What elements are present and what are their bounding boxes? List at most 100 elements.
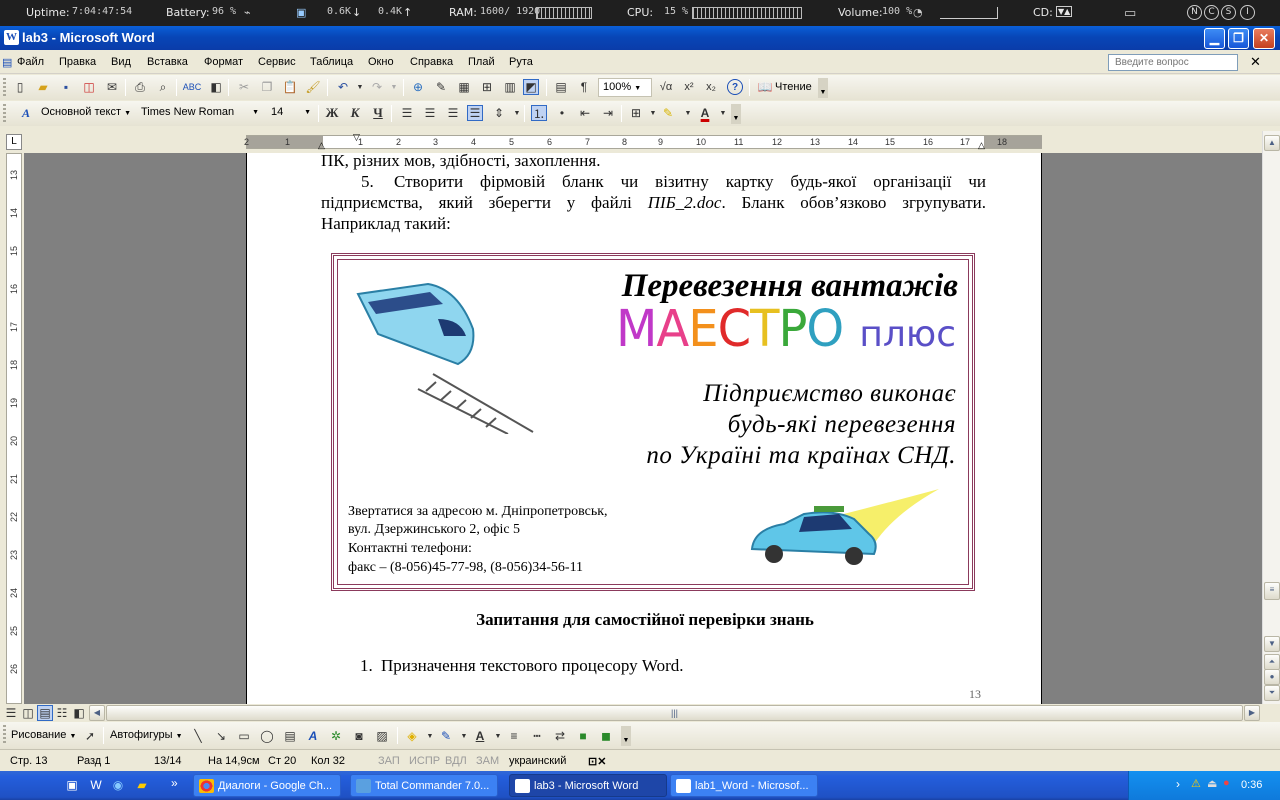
first-line-indent-marker[interactable]: ▽ xyxy=(353,132,360,143)
open-icon[interactable]: ▰ xyxy=(35,79,51,95)
hscroll-track[interactable]: ||| xyxy=(106,705,1243,721)
wordart-icon[interactable]: A xyxy=(305,728,321,744)
redo-dropdown-icon[interactable]: ▼ xyxy=(386,79,402,95)
save-icon[interactable]: ▪ xyxy=(58,79,74,95)
arrow-icon[interactable]: ↘ xyxy=(213,728,229,744)
bullets-icon[interactable]: • xyxy=(554,105,570,121)
menu-help[interactable]: Справка xyxy=(410,56,453,68)
tray-expand-icon[interactable]: › xyxy=(1176,777,1180,791)
paste-icon[interactable]: 📋 xyxy=(282,79,298,95)
task-chrome[interactable]: Диалоги - Google Ch... xyxy=(193,774,341,797)
left-indent-marker[interactable]: △ xyxy=(318,140,325,151)
styles-icon[interactable]: A xyxy=(18,105,34,121)
line-color-dropdown-icon[interactable]: ▼ xyxy=(456,728,472,744)
fill-color-dropdown-icon[interactable]: ▼ xyxy=(422,728,438,744)
permission-icon[interactable]: ◫ xyxy=(81,79,97,95)
underline-button[interactable]: Ч xyxy=(370,105,386,121)
align-left-icon[interactable]: ☰ xyxy=(399,105,415,121)
style-select[interactable]: Основной текст ▼ xyxy=(37,104,137,123)
align-right-icon[interactable]: ☰ xyxy=(445,105,461,121)
align-center-icon[interactable]: ☰ xyxy=(422,105,438,121)
zoom-select[interactable]: 100% ▼ xyxy=(598,78,652,97)
outline-view-icon[interactable]: ☷ xyxy=(54,705,70,721)
close-button[interactable]: ✕ xyxy=(1253,28,1275,49)
status-track[interactable]: ИСПР xyxy=(409,755,440,767)
restore-button[interactable]: ❐ xyxy=(1228,28,1249,49)
cut-icon[interactable]: ✂ xyxy=(236,79,252,95)
fill-color-icon[interactable]: ◈ xyxy=(404,728,420,744)
clock[interactable]: 0:36 xyxy=(1241,779,1262,791)
line-spacing-icon[interactable]: ⇕ xyxy=(491,105,507,121)
show-desktop-icon[interactable]: ▣ xyxy=(64,777,80,793)
show-hide-icon[interactable]: ¶ xyxy=(576,79,592,95)
line-style-icon[interactable]: ≡ xyxy=(506,728,522,744)
insert-excel-icon[interactable]: ⊞ xyxy=(479,79,495,95)
browse-object-icon[interactable]: ● xyxy=(1264,669,1280,685)
oval-icon[interactable]: ◯ xyxy=(259,728,275,744)
toolbar-grip[interactable] xyxy=(3,78,6,96)
increase-indent-icon[interactable]: ⇥ xyxy=(600,105,616,121)
menu-insert[interactable]: Вставка xyxy=(147,56,188,68)
print-layout-icon[interactable]: ▤ xyxy=(37,705,53,721)
clipart-icon[interactable]: ◙ xyxy=(351,728,367,744)
font-select[interactable]: Times New Roman ▼ xyxy=(137,104,263,123)
borders-dropdown-icon[interactable]: ▼ xyxy=(645,105,661,121)
doc-icon[interactable]: ▤ xyxy=(2,56,12,69)
autoshapes-menu[interactable]: Автофигуры ▼ xyxy=(110,729,183,741)
menu-format[interactable]: Формат xyxy=(204,56,243,68)
menu-file[interactable]: Файл xyxy=(17,56,44,68)
3d-icon[interactable]: ◼ xyxy=(598,728,614,744)
reading-button[interactable]: Чтение xyxy=(775,81,812,93)
justify-icon[interactable]: ☰ xyxy=(467,105,483,121)
italic-button[interactable]: К xyxy=(347,105,363,121)
undo-icon[interactable]: ↶ xyxy=(335,79,351,95)
help-search-input[interactable] xyxy=(1108,54,1238,71)
font-color-draw-icon[interactable]: A xyxy=(472,728,488,744)
volume-slider[interactable] xyxy=(940,7,998,19)
research-icon[interactable]: ◧ xyxy=(208,79,224,95)
status-extend[interactable]: ВДЛ xyxy=(445,755,467,767)
spelling-icon[interactable]: ABC xyxy=(183,79,202,95)
copy-icon[interactable]: ❐ xyxy=(259,79,275,95)
folder-quicklaunch-icon[interactable]: ▰ xyxy=(134,777,150,793)
toolbar-grip[interactable] xyxy=(3,104,6,122)
task-lab1-word[interactable]: lab1_Word - Microsof... xyxy=(670,774,818,797)
redo-icon[interactable]: ↷ xyxy=(369,79,385,95)
equation-icon[interactable]: √α xyxy=(658,79,674,95)
tables-borders-icon[interactable]: ✎ xyxy=(433,79,449,95)
scroll-up-icon[interactable]: ▲ xyxy=(1264,135,1280,151)
speaker-icon[interactable]: ◔ xyxy=(913,6,923,19)
reading-view-icon[interactable]: ◧ xyxy=(71,705,87,721)
security-icon[interactable]: ⚠ xyxy=(1191,777,1201,790)
decrease-indent-icon[interactable]: ⇤ xyxy=(577,105,593,121)
hscroll-thumb[interactable]: ||| xyxy=(106,705,1243,721)
superscript-icon[interactable]: x² xyxy=(681,79,697,95)
web-view-icon[interactable]: ◫ xyxy=(20,705,36,721)
drawing-menu[interactable]: Рисование ▼ xyxy=(11,729,76,741)
dash-style-icon[interactable]: ┅ xyxy=(529,728,545,744)
rectangle-icon[interactable]: ▭ xyxy=(236,728,252,744)
insert-table-icon[interactable]: ▦ xyxy=(456,79,472,95)
document-area[interactable]: ПК, різних мов, здібності, захоплення. 5… xyxy=(24,153,1262,704)
minimize-button[interactable]: ▁ xyxy=(1204,28,1225,49)
undo-dropdown-icon[interactable]: ▼ xyxy=(352,79,368,95)
scroll-down-icon[interactable]: ▼ xyxy=(1264,636,1280,652)
business-card[interactable]: Перевезення вантажів МАЕСТРО плюс Підпри… xyxy=(331,253,975,591)
scroll-left-icon[interactable]: ◀ xyxy=(89,705,105,721)
reading-icon[interactable]: 📖 xyxy=(757,79,773,95)
menu-ruta[interactable]: Рута xyxy=(509,56,533,68)
word-quicklaunch-icon[interactable]: W xyxy=(88,777,104,793)
menu-table[interactable]: Таблица xyxy=(310,56,353,68)
font-color-dropdown-icon[interactable]: ▼ xyxy=(715,105,731,121)
toolbar-options-icon[interactable]: ▼ xyxy=(731,104,741,124)
font-color-draw-dropdown-icon[interactable]: ▼ xyxy=(490,728,506,744)
document-map-icon[interactable]: ▤ xyxy=(553,79,569,95)
window-title-bar[interactable]: W lab3 - Microsoft Word ▁ ❐ ✕ xyxy=(0,26,1280,50)
highlight-dropdown-icon[interactable]: ▼ xyxy=(680,105,696,121)
ruler-track[interactable]: 2 1 1 2 3 4 5 6 7 8 9 10 11 12 13 14 15 … xyxy=(244,132,1042,151)
next-page-icon[interactable]: ⏷ xyxy=(1264,685,1280,701)
bold-button[interactable]: Ж xyxy=(324,105,340,121)
diagram-icon[interactable]: ✲ xyxy=(328,728,344,744)
subscript-icon[interactable]: x₂ xyxy=(703,79,719,95)
highlight-icon[interactable]: ✎ xyxy=(660,105,676,121)
